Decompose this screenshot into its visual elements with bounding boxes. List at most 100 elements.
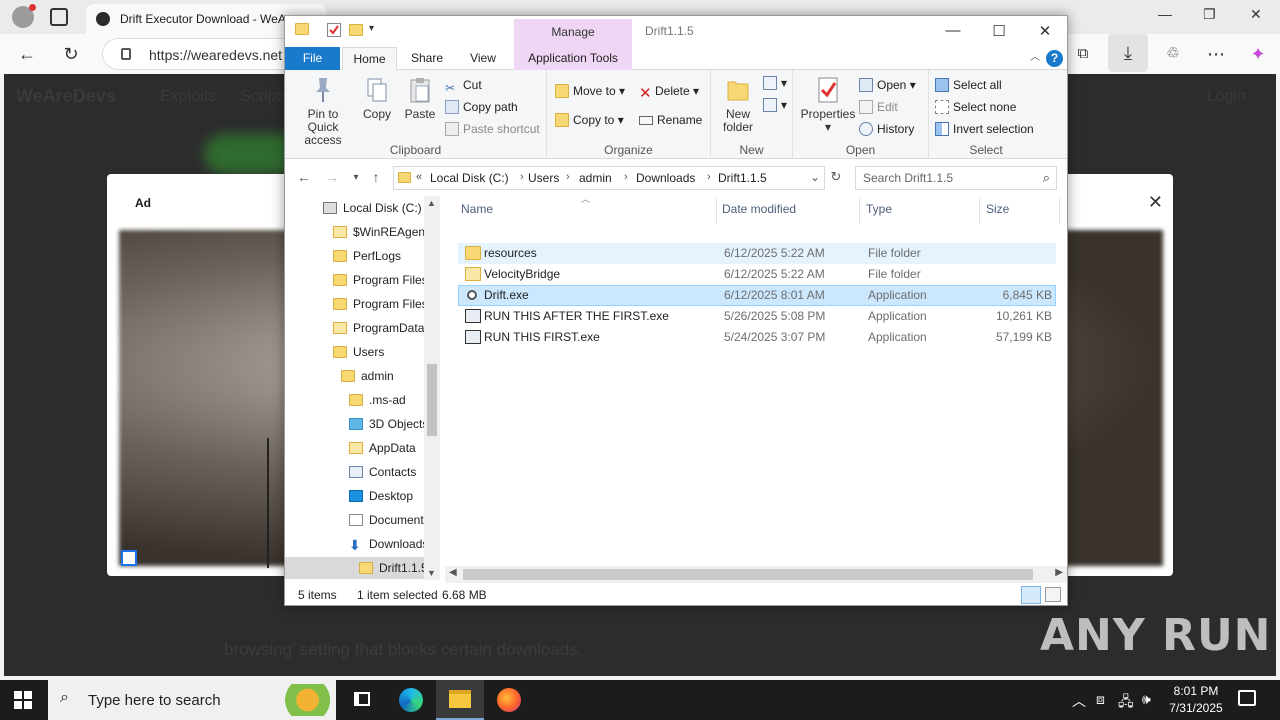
breadcrumb-current[interactable]: Drift1.1.5 (718, 171, 767, 185)
tree-item[interactable]: Local Disk (C:) (323, 197, 422, 219)
minimize-icon[interactable]: — (943, 22, 963, 39)
copy-button[interactable]: Copy (359, 76, 395, 121)
tray-volume-icon[interactable]: 🕪 (1142, 691, 1151, 708)
back-icon[interactable]: ← (14, 42, 40, 66)
tree-item[interactable]: Desktop (349, 485, 413, 507)
edit-button[interactable]: Edit (859, 98, 898, 116)
file-row[interactable]: VelocityBridge 6/12/2025 5:22 AM File fo… (458, 264, 1056, 285)
easy-access-button[interactable]: ▾ (763, 96, 787, 114)
site-nav-exploits[interactable]: Exploits (160, 88, 216, 106)
rename-button[interactable]: Rename (639, 111, 702, 129)
tab-application-tools[interactable]: Application Tools (514, 47, 632, 70)
details-view-icon[interactable] (1021, 586, 1041, 604)
refresh-icon[interactable]: ↻ (827, 169, 845, 185)
copilot-icon[interactable]: ✦ (1245, 42, 1271, 66)
breadcrumb-separator-icon[interactable]: › (520, 171, 524, 183)
breadcrumb-local-disk[interactable]: Local Disk (C:) (430, 171, 509, 185)
ad-choices-icon[interactable] (121, 550, 137, 566)
column-size[interactable]: Size (986, 202, 1009, 222)
search-input[interactable]: Search Drift1.1.5 ⌕ (855, 166, 1057, 190)
tree-item[interactable]: ProgramData (333, 317, 424, 339)
close-icon[interactable]: ✕ (1035, 22, 1055, 40)
new-folder-button[interactable]: New folder (715, 76, 761, 134)
recent-locations-icon[interactable]: ▾ (347, 172, 365, 183)
column-divider[interactable] (859, 198, 860, 224)
history-button[interactable]: History (859, 120, 914, 138)
large-icons-view-icon[interactable] (1045, 587, 1061, 602)
cut-button[interactable]: ✂ Cut (445, 76, 482, 95)
forward-arrow-icon[interactable]: → (323, 169, 341, 185)
more-menu-icon[interactable]: ⋯ (1203, 42, 1229, 66)
breadcrumb-admin[interactable]: admin (579, 171, 612, 185)
windows-start-icon[interactable] (14, 691, 32, 709)
profile-avatar-icon[interactable] (12, 4, 36, 28)
extensions-icon[interactable]: ♲ (1160, 42, 1186, 66)
column-date-modified[interactable]: Date modified (722, 202, 796, 222)
copy-path-button[interactable]: Copy path (445, 98, 518, 116)
file-list-hscrollbar[interactable]: ◀ ▶ (445, 566, 1067, 583)
file-row[interactable]: Drift.exe 6/12/2025 8:01 AM Application … (458, 285, 1056, 306)
refresh-icon[interactable]: ↻ (58, 42, 84, 66)
tree-item[interactable]: Contacts (349, 461, 416, 483)
scroll-right-icon[interactable]: ▶ (1055, 567, 1063, 578)
scroll-left-icon[interactable]: ◀ (449, 567, 457, 578)
column-divider[interactable] (716, 198, 717, 224)
downloads-button[interactable]: ⤓ (1108, 34, 1148, 72)
taskbar-search-box[interactable]: ⌕ Type here to search (48, 680, 336, 720)
collections-icon[interactable]: ⧉ (1070, 42, 1096, 66)
browser-close-icon[interactable]: ✕ (1250, 6, 1262, 23)
new-folder-icon[interactable] (349, 24, 363, 36)
invert-selection-button[interactable]: Invert selection (935, 120, 1034, 138)
scroll-up-icon[interactable]: ▲ (427, 198, 436, 208)
properties-button[interactable]: Properties ▾ (799, 76, 857, 134)
new-item-button[interactable]: ▾ (763, 74, 787, 92)
navigation-pane-scrollbar[interactable]: ▲ ▼ (424, 196, 440, 580)
address-dropdown-icon[interactable]: ⌄ (810, 170, 820, 184)
breadcrumb-separator-icon[interactable]: › (707, 171, 711, 183)
move-to-button[interactable]: Move to ▾ (555, 82, 625, 100)
tray-overflow-icon[interactable]: ︿ (1072, 691, 1086, 711)
taskbar-file-explorer[interactable] (436, 680, 484, 720)
tree-item[interactable]: Program Files (333, 293, 428, 315)
delete-button[interactable]: ✕ Delete ▾ (639, 82, 699, 102)
tree-item[interactable]: PerfLogs (333, 245, 401, 267)
pin-to-quick-access-button[interactable]: Pin to Quick access (291, 76, 355, 147)
breadcrumb-users[interactable]: Users (528, 171, 559, 185)
open-button[interactable]: Open ▾ (859, 76, 916, 94)
site-logo[interactable]: WeAreDevs (16, 86, 116, 107)
site-nav-scripts[interactable]: Scripts (240, 88, 289, 106)
ad-close-icon[interactable]: ✕ (1148, 192, 1163, 213)
tab-file[interactable]: File (285, 47, 340, 70)
breadcrumb-separator-icon[interactable]: › (566, 171, 570, 183)
tab-share[interactable]: Share (401, 47, 453, 70)
tree-item[interactable]: $WinREAgent (333, 221, 428, 243)
tree-item[interactable]: Drift1.1.5 (285, 557, 428, 579)
help-icon[interactable]: ? (1046, 50, 1063, 67)
taskbar-firefox[interactable] (485, 680, 533, 720)
tree-item[interactable]: admin (341, 365, 394, 387)
breadcrumb[interactable]: « Local Disk (C:) › Users › admin › Down… (393, 166, 825, 190)
tray-network-icon[interactable]: 🖧 (1118, 691, 1134, 715)
tab-home[interactable]: Home (342, 47, 397, 71)
tab-view[interactable]: View (457, 47, 509, 70)
column-type[interactable]: Type (866, 202, 892, 222)
tree-item[interactable]: ⬇ Downloads (349, 533, 428, 555)
column-divider[interactable] (979, 198, 980, 224)
tree-item[interactable]: Users (333, 341, 384, 363)
properties-icon[interactable] (327, 23, 341, 37)
taskbar-edge[interactable] (387, 680, 435, 720)
tree-item[interactable]: 3D Objects (349, 413, 428, 435)
scrollbar-thumb[interactable] (463, 569, 1033, 580)
column-name[interactable]: Name (461, 202, 493, 222)
taskbar-clock[interactable]: 8:01 PM 7/31/2025 (1158, 683, 1234, 717)
overflow-chevron-icon[interactable]: « (416, 171, 422, 183)
scrollbar-thumb[interactable] (427, 364, 437, 436)
collapse-ribbon-icon[interactable]: ︿ (1027, 47, 1043, 70)
browser-restore-icon[interactable]: ❐ (1203, 6, 1216, 23)
address-bar[interactable]: https://wearedevs.net (102, 38, 302, 70)
task-view-button[interactable] (338, 680, 386, 720)
tree-item[interactable]: Documents (349, 509, 430, 531)
qat-dropdown-icon[interactable]: ▾ (369, 23, 383, 37)
tree-item[interactable]: AppData (349, 437, 416, 459)
site-login-link[interactable]: Login (1207, 88, 1246, 106)
